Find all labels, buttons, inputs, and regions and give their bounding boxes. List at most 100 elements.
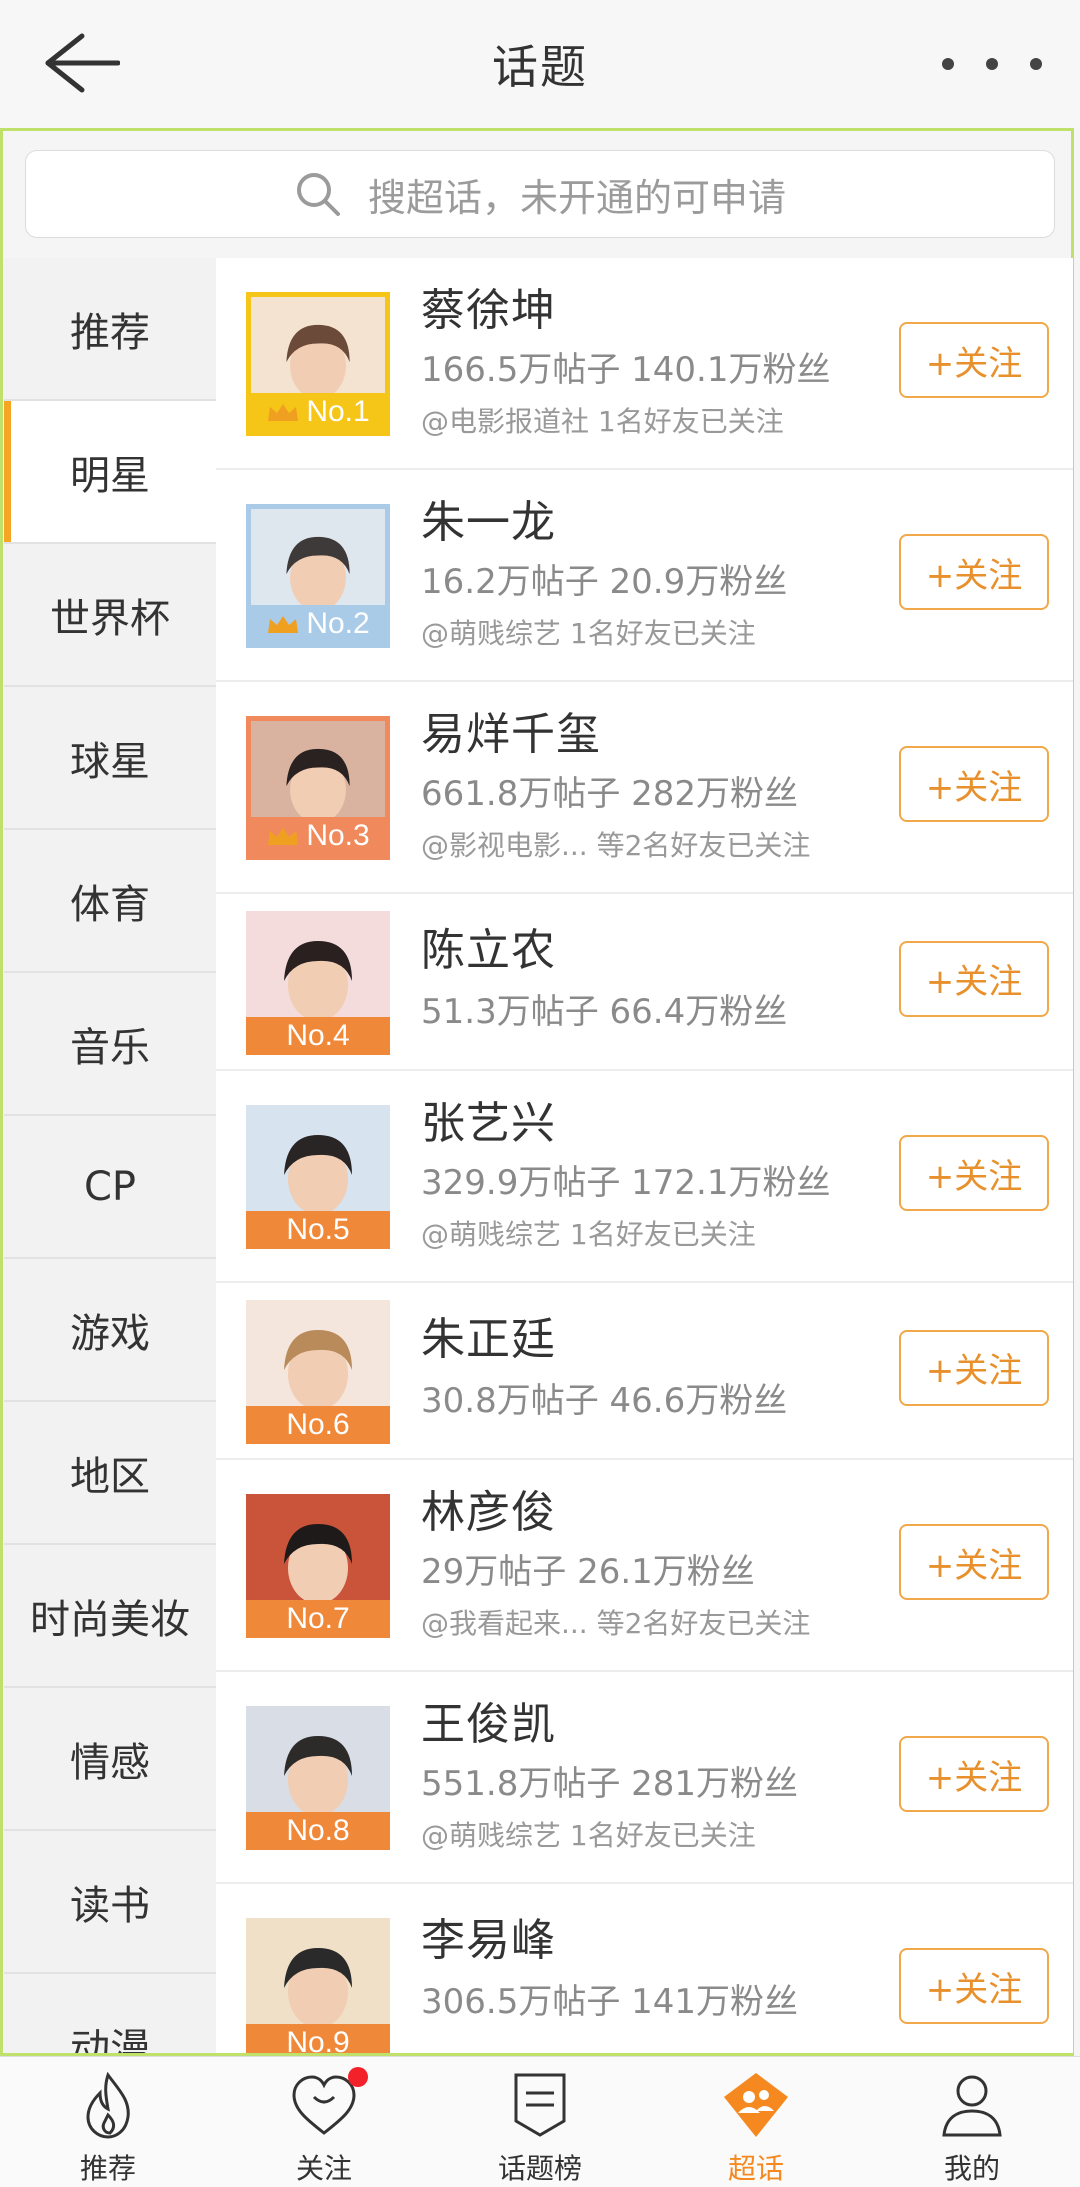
rank-badge: No.7 [246,1600,390,1638]
friends-following: @我看起来... 等2名好友已关注 [421,1607,811,1640]
topic-name[interactable]: 朱一龙 [421,486,556,550]
search-placeholder: 搜超话，未开通的可申请 [367,175,786,220]
topic-avatar[interactable]: No.2 [246,504,390,648]
topic-name[interactable]: 陈立农 [421,914,556,978]
follow-button[interactable]: +关注 [899,1524,1049,1600]
friends-following: @萌贱综艺 1名好友已关注 [421,1819,756,1852]
topic-row[interactable]: No.7 林彦俊 29万帖子 26.1万粉丝 @我看起来... 等2名好友已关注 +关注 [216,1460,1073,1672]
sidebar-item[interactable]: 读书 [4,1831,216,1974]
tab-super-topic[interactable]: 超话 [648,2057,864,2187]
topic-avatar[interactable]: No.4 [246,910,390,1055]
flame-icon [86,2071,130,2139]
crown-icon [268,828,299,845]
category-sidebar: 推荐 明星 世界杯 球星 体育 音乐 CP 游戏 地区 时尚美妆 情感 读书 动漫 [4,258,216,2053]
topic-name[interactable]: 李易峰 [421,1904,556,1968]
topic-avatar[interactable]: No.7 [246,1494,390,1638]
tab-label: 我的 [943,2152,1000,2185]
topic-avatar[interactable]: No.8 [246,1706,390,1850]
sidebar-item[interactable]: 明星 [4,401,216,544]
rank-label: No.7 [286,1602,350,1635]
topic-name[interactable]: 蔡徐坤 [421,274,556,338]
sidebar-item[interactable]: 时尚美妆 [4,1545,216,1688]
sidebar-item[interactable]: 音乐 [4,973,216,1116]
sidebar-item[interactable]: 地区 [4,1402,216,1545]
topic-row[interactable]: No.4 陈立农 51.3万帖子 66.4万粉丝 +关注 [216,894,1073,1071]
rank-label: No.6 [286,1407,350,1441]
topic-name[interactable]: 易烊千玺 [421,698,601,762]
rank-badge: No.6 [246,1405,390,1444]
topic-avatar[interactable]: No.9 [246,1918,390,2053]
sidebar-item[interactable]: 情感 [4,1688,216,1831]
crown-icon [268,404,299,421]
follow-button[interactable]: +关注 [899,1329,1049,1406]
rank-badge: No.8 [246,1812,390,1850]
follow-button[interactable]: +关注 [899,1948,1049,2024]
friends-following: @电影报道社 1名好友已关注 [421,405,784,438]
tab-label: 关注 [295,2152,352,2185]
topic-avatar[interactable]: No.6 [246,1299,390,1444]
topic-row[interactable]: No.6 朱正廷 30.8万帖子 46.6万粉丝 +关注 [216,1283,1073,1460]
notification-dot [348,2067,368,2087]
friends-following: @萌贱综艺 1名好友已关注 [421,617,756,650]
follow-button[interactable]: +关注 [899,1736,1049,1812]
tab-label: 话题榜 [497,2152,582,2185]
topic-stats: 661.8万帖子 282万粉丝 [421,774,799,814]
rank-badge: No.4 [246,1016,390,1055]
tab-flame[interactable]: 推荐 [0,2057,216,2187]
follow-button[interactable]: +关注 [899,534,1049,610]
back-arrow-icon[interactable] [40,30,120,96]
topic-row[interactable]: No.5 张艺兴 329.9万帖子 172.1万粉丝 @萌贱综艺 1名好友已关注 +关注 [216,1071,1073,1283]
sidebar-item[interactable]: CP [4,1116,216,1259]
topic-stats: 166.5万帖子 140.1万粉丝 [421,350,831,390]
rank-badge: No.1 [251,393,385,431]
crown-icon [268,616,299,633]
rank-label: No.5 [286,1213,350,1246]
topic-stats: 51.3万帖子 66.4万粉丝 [421,992,788,1032]
topic-row[interactable]: No.1 蔡徐坤 166.5万帖子 140.1万粉丝 @电影报道社 1名好友已关注 +关… [216,258,1073,470]
follow-button[interactable]: +关注 [899,746,1049,822]
topic-name[interactable]: 王俊凯 [421,1688,556,1752]
tab-profile[interactable]: 我的 [864,2057,1080,2187]
tab-label: 超话 [727,2152,784,2185]
topic-name[interactable]: 张艺兴 [421,1087,556,1151]
rank-badge: No.5 [246,1211,390,1249]
topic-row[interactable]: No.9 李易峰 306.5万帖子 141万粉丝 +关注 [216,1884,1073,2053]
page-title: 话题 [492,40,588,94]
follow-button[interactable]: +关注 [899,1135,1049,1211]
topic-row[interactable]: No.8 王俊凯 551.8万帖子 281万粉丝 @萌贱综艺 1名好友已关注 +关注 [216,1672,1073,1884]
search-icon [296,173,340,216]
topic-avatar[interactable]: No.3 [246,716,390,860]
topic-avatar[interactable]: No.1 [246,292,390,436]
ranking-board-icon [514,2073,566,2137]
friends-following: @影视电影... 等2名好友已关注 [421,829,811,862]
sidebar-item[interactable]: 游戏 [4,1259,216,1402]
topic-stats: 30.8万帖子 46.6万粉丝 [421,1381,788,1421]
topic-stats: 16.2万帖子 20.9万粉丝 [421,562,788,602]
topic-list: No.1 蔡徐坤 166.5万帖子 140.1万粉丝 @电影报道社 1名好友已关注 +关… [216,258,1073,2053]
follow-button[interactable]: +关注 [899,940,1049,1017]
rank-label: No.2 [306,607,370,640]
bottom-tab-bar: 推荐 关注 话题榜 超话 我的 [0,2056,1080,2187]
topic-avatar[interactable]: No.5 [246,1105,390,1249]
sidebar-item[interactable]: 球星 [4,687,216,830]
rank-label: No.3 [306,819,370,852]
topic-stats: 551.8万帖子 281万粉丝 [421,1764,799,1804]
super-topic-icon [724,2073,788,2137]
tab-heart[interactable]: 关注 [216,2057,432,2187]
rank-label: No.1 [306,395,370,428]
topic-name[interactable]: 朱正廷 [421,1303,556,1367]
top-bar: 话题 [0,0,1080,128]
sidebar-item[interactable]: 推荐 [4,258,216,401]
sidebar-item[interactable]: 世界杯 [4,544,216,687]
topic-row[interactable]: No.2 朱一龙 16.2万帖子 20.9万粉丝 @萌贱综艺 1名好友已关注 +关注 [216,470,1073,682]
sidebar-item[interactable]: 动漫 [4,1974,216,2053]
search-bar[interactable]: 搜超话，未开通的可申请 [25,150,1055,238]
sidebar-item[interactable]: 体育 [4,830,216,973]
more-options-icon[interactable] [942,52,1042,76]
follow-button[interactable]: +关注 [899,322,1049,398]
tab-ranking-board[interactable]: 话题榜 [432,2057,648,2187]
friends-following: @萌贱综艺 1名好友已关注 [421,1218,756,1251]
topic-row[interactable]: No.3 易烊千玺 661.8万帖子 282万粉丝 @影视电影... 等2名好友已关注… [216,682,1073,894]
rank-label: No.8 [286,1814,350,1847]
topic-name[interactable]: 林彦俊 [421,1476,556,1540]
